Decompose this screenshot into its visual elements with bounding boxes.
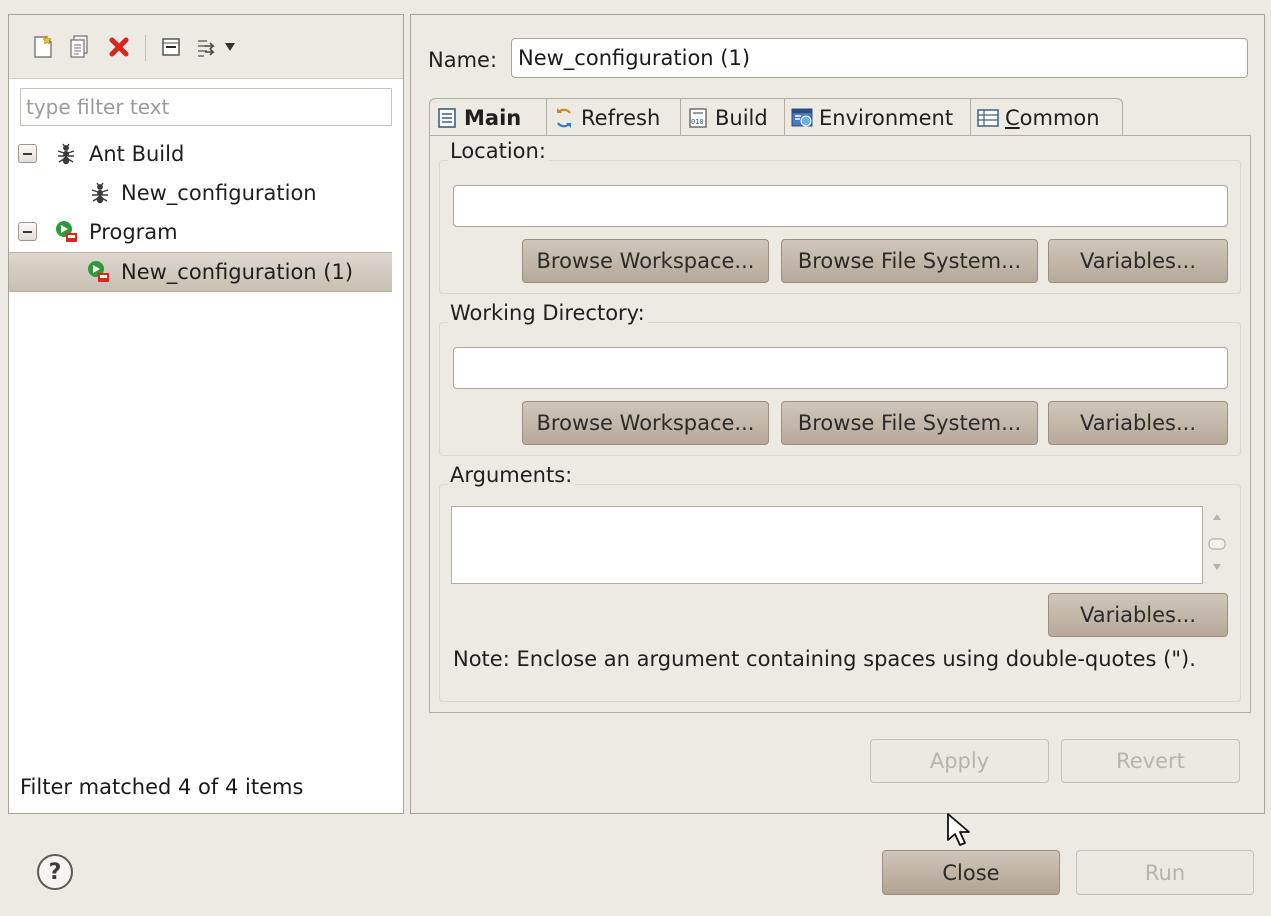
tree-item-label: New_configuration bbox=[121, 181, 317, 205]
arguments-label: Arguments: bbox=[448, 463, 576, 487]
arguments-group: Arguments: Variables... Note: Enclose an… bbox=[439, 463, 1241, 702]
ant-icon bbox=[55, 143, 77, 170]
common-icon bbox=[977, 107, 999, 129]
toolbar-separator bbox=[145, 35, 146, 61]
collapse-toggle-icon[interactable] bbox=[18, 144, 37, 163]
arguments-note: Note: Enclose an argument containing spa… bbox=[453, 647, 1196, 671]
arguments-scrollbar[interactable] bbox=[1204, 506, 1230, 584]
tab-refresh[interactable]: Refresh bbox=[547, 98, 681, 136]
delete-icon[interactable] bbox=[107, 35, 131, 59]
new-configuration-icon[interactable] bbox=[31, 35, 55, 59]
tab-main[interactable]: Main bbox=[429, 98, 547, 136]
tab-build[interactable]: 010 Build bbox=[681, 98, 785, 136]
ant-icon bbox=[89, 182, 111, 209]
tab-common[interactable]: Common bbox=[971, 98, 1123, 136]
tab-label: Main bbox=[464, 105, 522, 130]
collapse-all-icon[interactable] bbox=[159, 35, 183, 59]
location-browse-workspace-button[interactable]: Browse Workspace... bbox=[522, 239, 769, 283]
location-input[interactable] bbox=[453, 185, 1228, 227]
tab-environment[interactable]: Environment bbox=[785, 98, 971, 136]
run-button[interactable]: Run bbox=[1076, 850, 1254, 895]
tab-label: Refresh bbox=[581, 105, 661, 130]
working-directory-group: Working Directory: Browse Workspace... B… bbox=[439, 301, 1241, 456]
tab-label: Build bbox=[715, 105, 768, 130]
location-browse-file-system-button[interactable]: Browse File System... bbox=[781, 239, 1038, 283]
duplicate-icon[interactable] bbox=[67, 35, 91, 59]
working-directory-browse-file-system-button[interactable]: Browse File System... bbox=[781, 401, 1038, 445]
tree-item-label: Program bbox=[89, 220, 178, 244]
refresh-icon bbox=[553, 107, 575, 129]
tab-label: Environment bbox=[819, 105, 954, 130]
apply-button[interactable]: Apply bbox=[870, 739, 1049, 783]
location-label: Location: bbox=[448, 139, 549, 163]
revert-button[interactable]: Revert bbox=[1061, 739, 1240, 783]
collapse-toggle-icon[interactable] bbox=[18, 222, 37, 241]
working-directory-browse-workspace-button[interactable]: Browse Workspace... bbox=[522, 401, 769, 445]
tree-toolbar bbox=[9, 15, 403, 79]
tree-item-program-new-configuration-1[interactable]: New_configuration (1) bbox=[9, 252, 392, 292]
main-tab-content: Location: Browse Workspace... Browse Fil… bbox=[429, 135, 1251, 713]
svg-text:010: 010 bbox=[691, 118, 704, 126]
help-icon[interactable]: ? bbox=[37, 854, 73, 890]
location-group: Location: Browse Workspace... Browse Fil… bbox=[439, 139, 1241, 294]
configuration-editor-panel: Name: Main Refresh 010 Build Environment bbox=[410, 14, 1265, 814]
program-launch-icon bbox=[87, 260, 111, 289]
working-directory-label: Working Directory: bbox=[448, 301, 648, 325]
tree-item-label: New_configuration (1) bbox=[121, 260, 354, 284]
mouse-pointer-icon bbox=[946, 812, 972, 853]
program-launch-icon bbox=[55, 220, 79, 249]
location-variables-button[interactable]: Variables... bbox=[1048, 239, 1228, 283]
main-tab-icon bbox=[436, 107, 458, 129]
tree-item-label: Ant Build bbox=[89, 142, 185, 166]
tree-item-ant-new-configuration[interactable]: New_configuration bbox=[9, 174, 403, 212]
working-directory-input[interactable] bbox=[453, 347, 1228, 389]
name-input[interactable] bbox=[511, 38, 1248, 78]
build-icon: 010 bbox=[687, 107, 709, 129]
working-directory-variables-button[interactable]: Variables... bbox=[1048, 401, 1228, 445]
name-label: Name: bbox=[428, 48, 498, 72]
tab-label: Common bbox=[1005, 105, 1100, 130]
environment-icon bbox=[791, 107, 813, 129]
arguments-variables-button[interactable]: Variables... bbox=[1048, 593, 1228, 637]
tab-strip: Main Refresh 010 Build Environment Commo… bbox=[429, 98, 1251, 136]
filter-input[interactable] bbox=[20, 88, 392, 126]
configuration-tree-panel: Ant Build New_configuration Program New_… bbox=[8, 14, 404, 814]
close-button[interactable]: Close bbox=[882, 850, 1060, 895]
tree-item-program[interactable]: Program bbox=[9, 213, 403, 251]
tree-item-ant-build[interactable]: Ant Build bbox=[9, 135, 403, 173]
filter-status-text: Filter matched 4 of 4 items bbox=[20, 775, 304, 799]
arguments-textarea[interactable] bbox=[451, 506, 1203, 584]
filter-menu-icon[interactable] bbox=[195, 35, 239, 59]
